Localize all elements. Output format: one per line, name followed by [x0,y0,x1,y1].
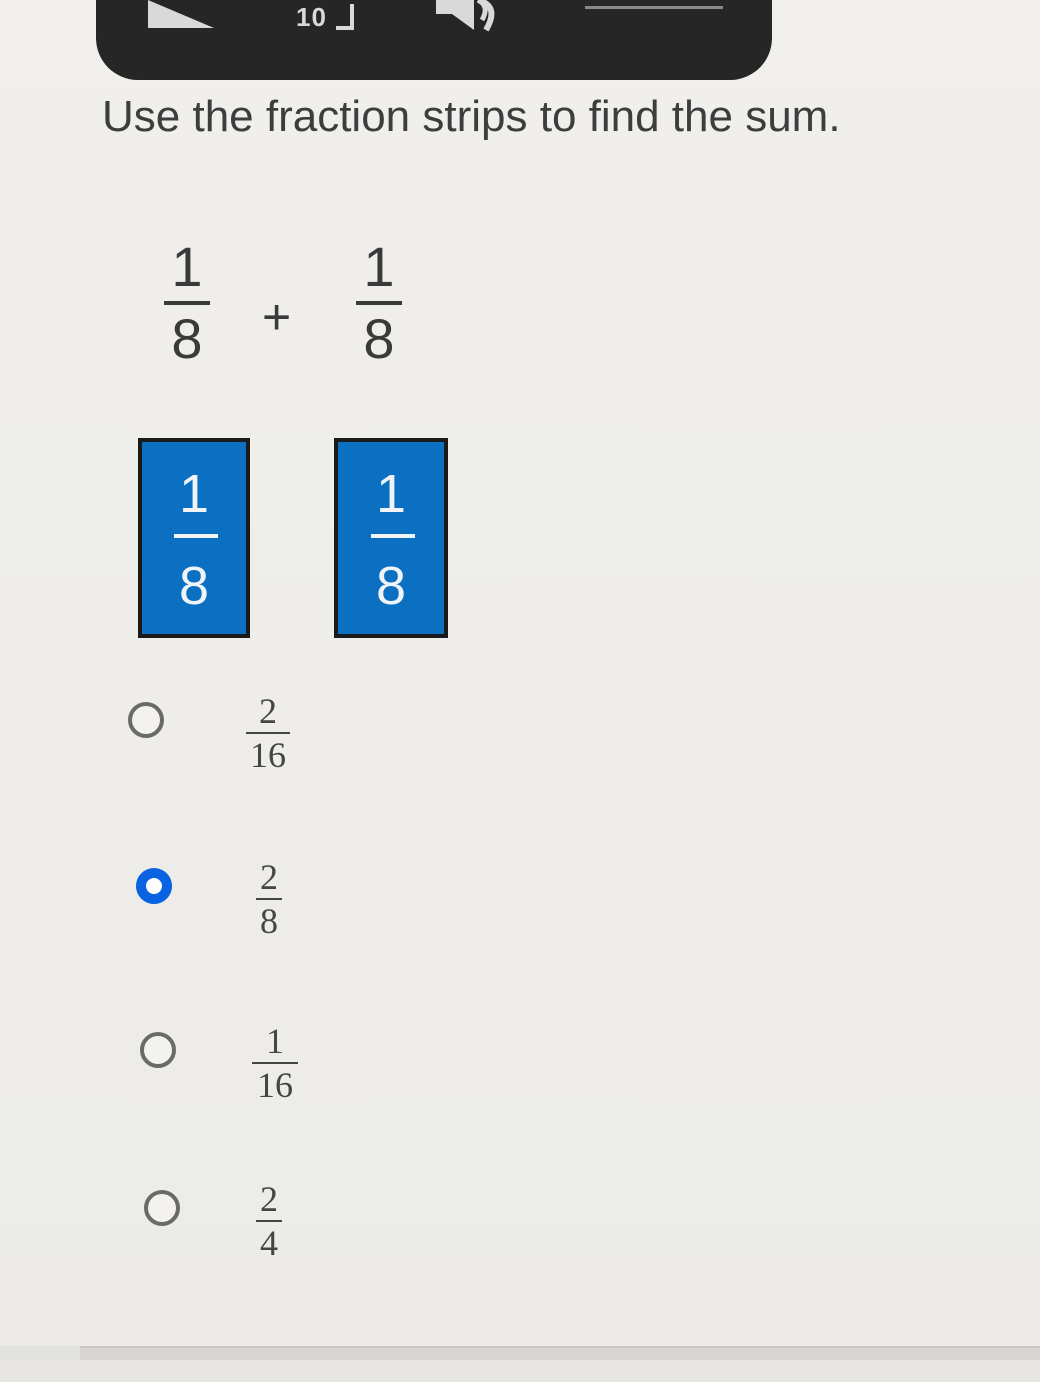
addend-2-numerator: 1 [363,235,395,298]
fraction-bar [164,301,210,305]
radio-button-option-4[interactable] [144,1190,180,1226]
addend-2-denominator: 8 [363,307,395,370]
question-prompt: Use the fraction strips to find the sum. [102,92,841,141]
option-1-denominator: 16 [250,735,286,775]
strip-2-denominator: 8 [375,556,407,616]
answer-option-4[interactable]: 2 4 [144,1180,282,1262]
strip-1-numerator: 1 [178,464,210,524]
page-background [0,1360,1040,1382]
question-card [0,0,1040,1346]
option-1-fraction: 2 16 [246,692,290,774]
option-2-fraction: 2 8 [256,858,282,940]
rewind-arrow-icon [336,4,354,30]
radio-button-option-1[interactable] [128,702,164,738]
rewind-label: 10 [296,2,327,32]
fraction-bar [256,898,282,900]
option-4-numerator: 2 [260,1179,278,1219]
answer-option-2[interactable]: 2 8 [136,858,282,940]
audio-progress-track[interactable] [585,6,723,9]
option-2-numerator: 2 [260,857,278,897]
option-3-numerator: 1 [266,1021,284,1061]
strip-1-denominator: 8 [178,556,210,616]
option-3-denominator: 16 [257,1065,293,1105]
card-bottom-edge [80,1346,1040,1360]
fraction-bar [252,1062,298,1064]
fraction-strip-1: 1 8 [138,438,250,638]
addend-2-fraction: 1 8 [356,236,402,370]
plus-operator: + [262,289,292,345]
answer-option-3[interactable]: 1 16 [140,1022,298,1104]
option-1-numerator: 2 [259,691,277,731]
answer-option-1[interactable]: 2 16 [128,692,290,774]
fraction-bar [246,732,290,734]
radio-button-option-2[interactable] [136,868,172,904]
speaker-icon[interactable] [434,0,504,34]
fraction-strip-2: 1 8 [334,438,448,638]
addend-1-numerator: 1 [171,235,203,298]
option-2-denominator: 8 [260,901,278,941]
option-4-denominator: 4 [260,1223,278,1263]
addend-1-denominator: 8 [171,307,203,370]
fraction-bar [371,534,415,538]
fraction-bar [256,1220,282,1222]
addend-1-fraction: 1 8 [164,236,210,370]
option-4-fraction: 2 4 [256,1180,282,1262]
strip-2-numerator: 1 [375,464,407,524]
play-icon[interactable] [148,0,214,28]
fraction-bar [174,534,218,538]
radio-button-option-3[interactable] [140,1032,176,1068]
fraction-bar [356,301,402,305]
option-3-fraction: 1 16 [252,1022,298,1104]
